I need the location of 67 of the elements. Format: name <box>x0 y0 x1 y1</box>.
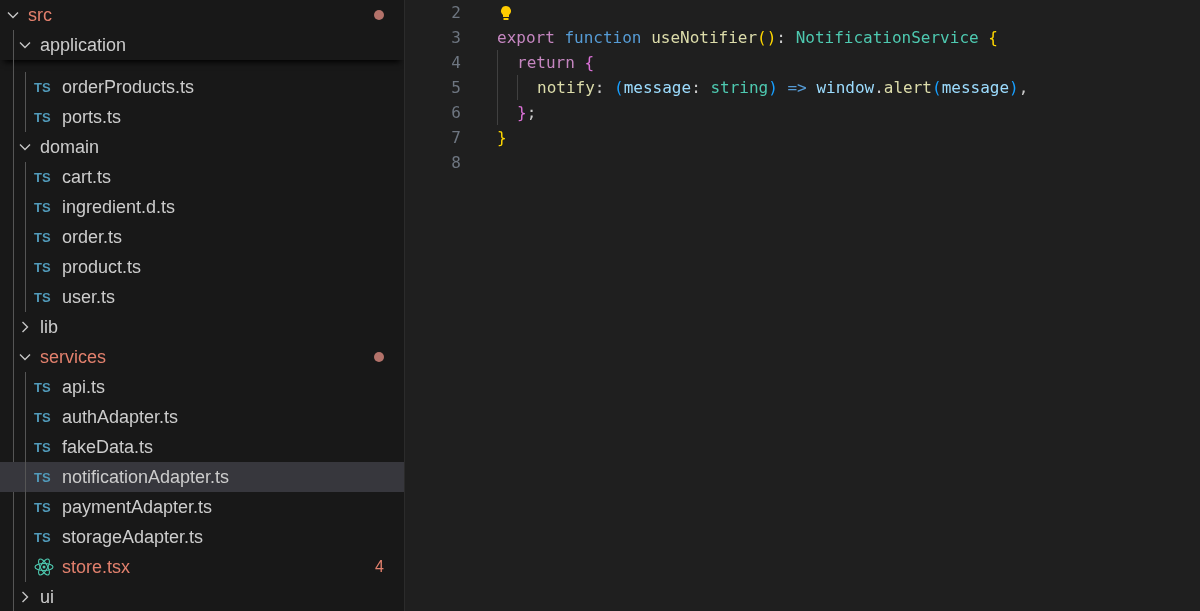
typescript-file-icon: TS <box>34 80 54 94</box>
problem-count: 4 <box>375 557 384 577</box>
typescript-file-icon: TS <box>34 530 54 544</box>
file-name: ingredient.d.ts <box>62 195 176 219</box>
file-name: authAdapter.ts <box>62 405 179 429</box>
file-row[interactable]: TS order.ts <box>0 222 404 252</box>
file-row[interactable]: TS paymentAdapter.ts <box>0 492 404 522</box>
file-name: cart.ts <box>62 165 111 189</box>
file-row[interactable]: store.tsx 4 <box>0 552 404 582</box>
folder-name: src <box>28 3 52 27</box>
folder-name: services <box>40 345 106 369</box>
typescript-file-icon: TS <box>34 380 54 394</box>
typescript-file-icon: TS <box>34 470 54 484</box>
atom-icon <box>34 558 54 576</box>
typescript-file-icon: TS <box>34 500 54 514</box>
typescript-file-icon: TS <box>34 290 54 304</box>
code-line: return { <box>517 51 595 74</box>
file-row[interactable]: TS user.ts <box>0 282 404 312</box>
folder-row[interactable]: lib <box>0 312 404 342</box>
line-number: 3 <box>450 26 461 49</box>
folder-name: domain <box>40 135 100 159</box>
file-row[interactable]: TS cart.ts <box>0 162 404 192</box>
typescript-file-icon: TS <box>34 410 54 424</box>
file-row[interactable]: TS storageAdapter.ts <box>0 522 404 552</box>
folder-row[interactable]: services <box>0 342 404 372</box>
typescript-file-icon: TS <box>34 440 54 454</box>
file-name: order.ts <box>62 225 123 249</box>
typescript-file-icon: TS <box>34 110 54 124</box>
folder-name: ui <box>40 585 54 609</box>
typescript-file-icon: TS <box>34 170 54 184</box>
file-row[interactable]: TS ports.ts <box>0 102 404 132</box>
typescript-file-icon: TS <box>34 260 54 274</box>
folder-name: application <box>40 33 127 57</box>
file-name: store.tsx <box>62 555 131 579</box>
code-line: } <box>497 126 507 149</box>
code-line: export function useNotifier(): NotificationService { <box>497 26 998 49</box>
line-number: 2 <box>450 1 461 24</box>
file-row[interactable]: TS ingredient.d.ts <box>0 192 404 222</box>
folder-row[interactable]: src <box>0 0 404 30</box>
line-number: 5 <box>450 76 461 99</box>
folder-name: lib <box>40 315 58 339</box>
file-name: api.ts <box>62 375 106 399</box>
file-row[interactable]: TS authAdapter.ts <box>0 402 404 432</box>
file-name: paymentAdapter.ts <box>62 495 213 519</box>
file-row[interactable]: TS product.ts <box>0 252 404 282</box>
file-row[interactable]: TS notificationAdapter.ts <box>0 462 404 492</box>
file-name: product.ts <box>62 255 142 279</box>
typescript-file-icon: TS <box>34 200 54 214</box>
file-name: storageAdapter.ts <box>62 525 204 549</box>
file-name: notificationAdapter.ts <box>62 465 230 489</box>
folder-row[interactable]: ui <box>0 582 404 611</box>
code-line: notify: (message: string) => window.alert(message), <box>537 76 1029 99</box>
line-number: 8 <box>450 151 461 174</box>
file-name: fakeData.ts <box>62 435 154 459</box>
file-row[interactable]: TS fakeData.ts <box>0 432 404 462</box>
file-name: ports.ts <box>62 105 122 129</box>
typescript-file-icon: TS <box>34 230 54 244</box>
line-number: 7 <box>450 126 461 149</box>
file-name: user.ts <box>62 285 116 309</box>
file-row[interactable]: TS api.ts <box>0 372 404 402</box>
code-line: }; <box>517 101 537 124</box>
line-number: 4 <box>450 51 461 74</box>
folder-row[interactable]: domain <box>0 132 404 162</box>
file-name: orderProducts.ts <box>62 75 195 99</box>
file-row[interactable]: TS orderProducts.ts <box>0 72 404 102</box>
folder-row[interactable]: application <box>0 30 404 60</box>
line-number: 6 <box>450 101 461 124</box>
